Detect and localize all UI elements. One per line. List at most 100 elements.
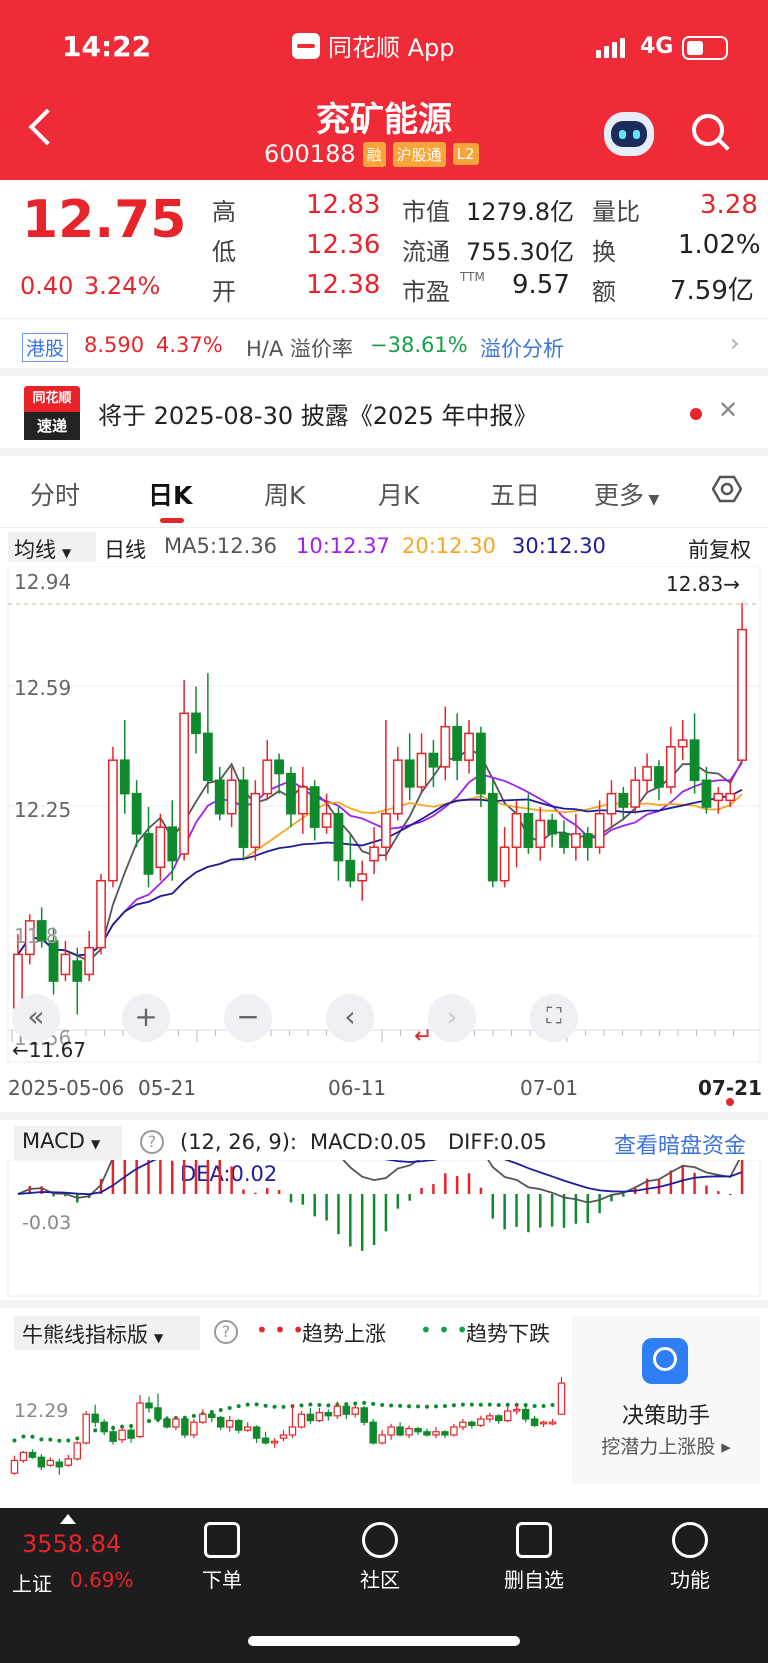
tab-five-day[interactable]: 五日 — [490, 476, 540, 512]
candle[interactable] — [713, 792, 724, 802]
remove-watchlist-button[interactable]: 删自选 — [484, 1508, 584, 1593]
candle[interactable] — [274, 759, 285, 775]
community-button[interactable]: 社区 — [330, 1508, 430, 1593]
candle[interactable] — [179, 712, 190, 855]
tab-intraday[interactable]: 分时 — [30, 476, 80, 512]
rewind-button[interactable]: « — [12, 994, 60, 1042]
zoom-in-button[interactable]: + — [122, 994, 170, 1042]
candle[interactable] — [286, 772, 296, 815]
candle[interactable] — [689, 739, 700, 782]
candle[interactable] — [333, 812, 344, 862]
candle[interactable] — [725, 792, 736, 802]
scroll-right-button[interactable]: › — [428, 994, 476, 1042]
candle[interactable] — [428, 752, 439, 768]
candle[interactable] — [167, 826, 178, 862]
decision-assistant-card[interactable]: 决策助手 挖潜力上涨股 ▸ — [572, 1316, 760, 1484]
candle[interactable] — [345, 859, 356, 882]
vol-ratio-value: 3.28 — [700, 190, 758, 220]
candle[interactable] — [143, 833, 154, 875]
status-app: 同花顺 App — [292, 28, 455, 63]
candle[interactable] — [321, 812, 332, 828]
candle[interactable] — [262, 759, 273, 795]
candle[interactable] — [677, 739, 688, 748]
candle[interactable] — [202, 732, 213, 782]
candle[interactable] — [511, 812, 522, 848]
scroll-left-button[interactable]: ‹ — [326, 994, 374, 1042]
candle[interactable] — [84, 946, 95, 976]
candle[interactable] — [250, 792, 261, 848]
fullscreen-button[interactable]: ⛶ — [530, 994, 578, 1042]
candle[interactable] — [630, 779, 641, 808]
candle[interactable] — [191, 712, 201, 735]
order-button[interactable]: 下单 — [172, 1508, 272, 1593]
candle[interactable] — [654, 766, 664, 788]
candle[interactable] — [475, 732, 486, 795]
dark-pool-link[interactable]: 查看暗盘资金 — [614, 1128, 746, 1160]
help-icon[interactable]: ? — [140, 1130, 164, 1154]
candle[interactable] — [155, 826, 166, 869]
adjust-label[interactable]: 前复权 — [688, 534, 751, 564]
candle[interactable] — [701, 779, 712, 808]
trend-dot — [398, 1403, 403, 1408]
ma-dropdown[interactable]: 均线 ▼ — [8, 532, 96, 562]
news-banner[interactable]: 同花顺 速递 将于 2025-08-30 披露《2025 年中报》 ✕ — [0, 376, 768, 456]
candle[interactable] — [487, 792, 498, 882]
candle[interactable] — [416, 752, 427, 788]
period-label: 日线 — [104, 538, 146, 562]
candle[interactable] — [392, 759, 403, 815]
help-icon[interactable]: ? — [214, 1320, 238, 1344]
candle[interactable] — [559, 833, 569, 848]
tab-daily-k[interactable]: 日K — [148, 476, 192, 512]
k-chart[interactable] — [0, 566, 768, 1066]
candle[interactable] — [618, 792, 629, 808]
tab-more[interactable]: 更多 ▼ — [594, 476, 659, 512]
candle[interactable] — [570, 833, 581, 848]
candle[interactable] — [297, 786, 308, 815]
candle[interactable] — [642, 766, 653, 782]
candle[interactable] — [547, 819, 558, 835]
candle[interactable] — [131, 792, 142, 835]
robot-assistant-icon[interactable] — [604, 112, 654, 156]
candle[interactable] — [582, 833, 593, 848]
event-marker-icon[interactable]: ↵ — [414, 1024, 432, 1049]
tab-weekly-k[interactable]: 周K — [264, 476, 305, 512]
candle[interactable] — [404, 759, 415, 788]
index-value[interactable]: 3558.84 — [22, 1530, 121, 1558]
hk-premium-bar[interactable]: 港股 8.590 4.37% H/A 溢价率 −38.61% 溢价分析 › — [0, 318, 768, 376]
candle[interactable] — [737, 628, 747, 761]
settings-hex-icon[interactable] — [712, 474, 742, 504]
tab-monthly-k[interactable]: 月K — [378, 476, 419, 512]
macd-chart[interactable] — [0, 1160, 768, 1300]
candle[interactable] — [440, 725, 451, 768]
candle[interactable] — [464, 732, 474, 761]
candle[interactable] — [238, 779, 249, 848]
search-icon[interactable] — [692, 114, 730, 152]
premium-analysis-link[interactable]: 溢价分析 — [480, 333, 564, 363]
bull-bear-dropdown[interactable]: 牛熊线指标版 ▼ — [14, 1316, 200, 1350]
candle[interactable] — [309, 786, 320, 828]
macd-dropdown[interactable]: MACD ▼ — [14, 1126, 122, 1160]
price-change-pct: 3.24% — [84, 272, 161, 300]
expand-up-icon[interactable] — [60, 1514, 76, 1524]
candle[interactable] — [665, 746, 676, 788]
close-icon[interactable]: ✕ — [718, 396, 738, 424]
candle[interactable] — [107, 759, 118, 882]
candle[interactable] — [523, 812, 534, 848]
zoom-out-button[interactable]: − — [224, 994, 272, 1042]
candle[interactable] — [96, 879, 106, 949]
candle[interactable] — [535, 819, 546, 848]
candle[interactable] — [499, 846, 510, 882]
candle[interactable] — [606, 792, 617, 815]
candle[interactable] — [226, 779, 237, 815]
candle[interactable] — [452, 725, 463, 761]
candle[interactable] — [214, 779, 225, 815]
functions-button[interactable]: 功能 — [640, 1508, 740, 1593]
candle[interactable] — [369, 846, 379, 862]
candle[interactable] — [357, 873, 368, 882]
bull-bear-chart[interactable] — [0, 1352, 572, 1484]
candle[interactable] — [381, 812, 391, 848]
candle[interactable] — [72, 960, 83, 982]
candle[interactable] — [594, 812, 605, 848]
candle[interactable] — [119, 759, 130, 795]
candle[interactable] — [60, 953, 71, 976]
